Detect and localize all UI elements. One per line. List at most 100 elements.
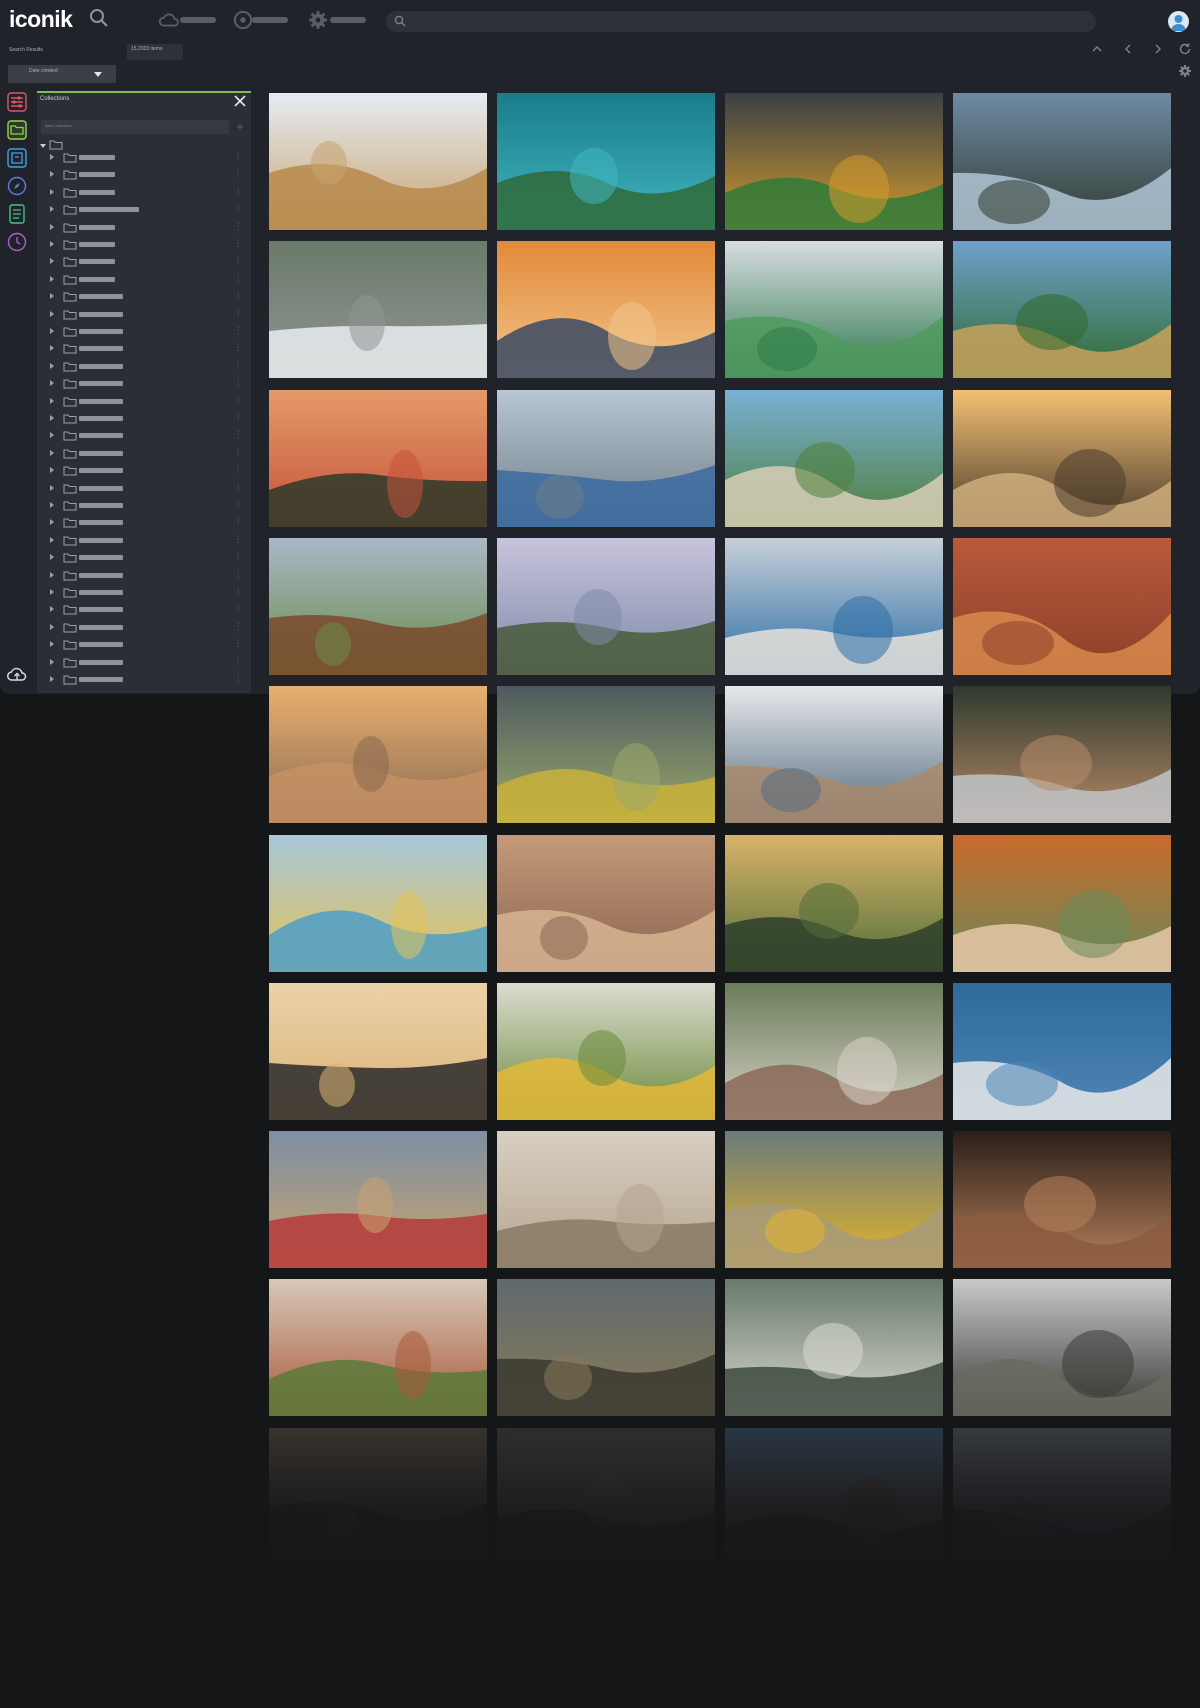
new-collection-field[interactable]: New Collection [41,120,229,134]
asset-thumbnail[interactable] [953,241,1171,379]
collection-folder-row[interactable]: · · · [37,585,249,598]
chevron-right-icon[interactable] [50,658,54,665]
asset-thumbnail[interactable] [497,982,715,1120]
collection-folder-row[interactable]: · · · [37,272,249,285]
asset-thumbnail[interactable] [497,686,715,824]
asset-thumbnail[interactable] [269,93,487,230]
collection-folder-row[interactable]: · · · [37,672,249,685]
collection-folder-row[interactable]: · · · [37,411,249,424]
search-bar[interactable] [386,11,1096,34]
asset-thumbnail[interactable] [725,834,943,972]
chevron-right-icon[interactable] [50,432,54,439]
chevron-right-icon[interactable] [50,589,54,595]
more-vertical-icon[interactable]: · · · [237,376,240,389]
collection-folder-row[interactable]: · · · [37,463,249,476]
sliders-icon[interactable] [7,92,27,112]
archive-icon[interactable] [7,148,27,168]
asset-thumbnail[interactable] [497,1131,715,1269]
more-vertical-icon[interactable]: · · · [237,428,240,441]
asset-thumbnail[interactable] [953,389,1171,527]
collection-folder-row[interactable]: · · · [37,550,249,563]
compass-icon[interactable] [7,176,27,196]
more-vertical-icon[interactable]: · · · [237,411,240,424]
more-vertical-icon[interactable]: · · · [237,289,240,302]
more-vertical-icon[interactable]: · · · [237,533,240,546]
chevron-right-icon[interactable] [50,606,54,613]
asset-thumbnail[interactable] [725,1279,943,1417]
more-vertical-icon[interactable]: · · · [237,585,240,598]
nav-item-cloud[interactable] [180,17,216,23]
chevron-right-icon[interactable] [50,623,54,630]
asset-thumbnail[interactable] [953,1279,1171,1417]
more-vertical-icon[interactable]: · · · [237,394,240,407]
chevron-right-icon[interactable] [50,519,54,526]
asset-thumbnail[interactable] [497,1427,715,1565]
asset-thumbnail[interactable] [953,1131,1171,1269]
more-vertical-icon[interactable]: · · · [237,307,240,320]
more-vertical-icon[interactable]: · · · [237,498,240,511]
asset-thumbnail[interactable] [497,241,715,379]
more-vertical-icon[interactable]: · · · [237,637,240,650]
chevron-right-icon[interactable] [50,206,54,213]
asset-thumbnail[interactable] [953,834,1171,972]
chevron-right-icon[interactable] [1151,42,1165,56]
chevron-right-icon[interactable] [50,328,54,334]
more-vertical-icon[interactable]: · · · [237,185,240,198]
chevron-right-icon[interactable] [50,258,54,265]
chevron-right-icon[interactable] [50,380,54,387]
collection-folder-row[interactable]: · · · [37,568,249,581]
collection-folder-row[interactable]: · · · [37,394,249,407]
collection-folder-row[interactable]: · · · [37,515,249,528]
collection-folder-row[interactable]: · · · [37,655,249,668]
collection-folder-row[interactable]: · · · [37,376,249,389]
more-vertical-icon[interactable]: · · · [237,481,240,494]
target-icon[interactable] [233,10,253,30]
document-icon[interactable] [7,204,27,224]
collection-folder-row[interactable]: · · · [37,602,249,615]
collection-folder-row[interactable]: · · · [37,220,249,233]
more-vertical-icon[interactable]: · · · [237,550,240,563]
chevron-right-icon[interactable] [50,188,54,195]
asset-thumbnail[interactable] [953,537,1171,675]
asset-thumbnail[interactable] [497,537,715,675]
asset-thumbnail[interactable] [953,1427,1171,1565]
collection-folder-row[interactable]: · · · [37,341,249,354]
more-vertical-icon[interactable]: · · · [237,672,240,685]
collection-folder-row[interactable]: · · · [37,237,249,250]
more-vertical-icon[interactable]: · · · [237,515,240,528]
chevron-right-icon[interactable] [50,467,54,474]
avatar[interactable] [1168,11,1189,32]
asset-thumbnail[interactable] [725,1427,943,1565]
cloud-icon[interactable] [159,10,179,30]
collection-folder-row[interactable]: · · · [37,637,249,650]
asset-thumbnail[interactable] [269,686,487,824]
nav-item-settings[interactable] [330,17,366,23]
chevron-right-icon[interactable] [50,293,54,300]
asset-thumbnail[interactable] [269,537,487,675]
asset-thumbnail[interactable] [269,982,487,1120]
asset-thumbnail[interactable] [269,1131,487,1269]
asset-thumbnail[interactable] [269,1279,487,1417]
more-vertical-icon[interactable]: · · · [237,237,240,250]
collection-folder-row[interactable]: · · · [37,307,249,320]
chevron-right-icon[interactable] [50,223,54,230]
chevron-right-icon[interactable] [50,310,54,317]
asset-thumbnail[interactable] [269,241,487,379]
chevron-up-icon[interactable] [1090,42,1104,56]
chevron-right-icon[interactable] [50,241,54,247]
chevron-right-icon[interactable] [50,154,54,160]
sort-dropdown[interactable]: Date created [8,65,116,83]
more-vertical-icon[interactable]: · · · [237,167,240,180]
chevron-right-icon[interactable] [50,449,54,456]
collection-folder-row[interactable]: · · · [37,620,249,633]
more-vertical-icon[interactable]: · · · [237,324,240,337]
collection-folder-row[interactable]: · · · [37,289,249,302]
collection-folder-row[interactable]: · · · [37,446,249,459]
cloud-upload-icon[interactable] [7,665,27,685]
collection-folder-row[interactable]: · · · [37,481,249,494]
collection-folder-row[interactable]: · · · [37,428,249,441]
asset-thumbnail[interactable] [269,1427,487,1565]
chevron-right-icon[interactable] [50,571,54,578]
chevron-right-icon[interactable] [50,362,54,369]
folder-icon[interactable] [7,120,27,140]
